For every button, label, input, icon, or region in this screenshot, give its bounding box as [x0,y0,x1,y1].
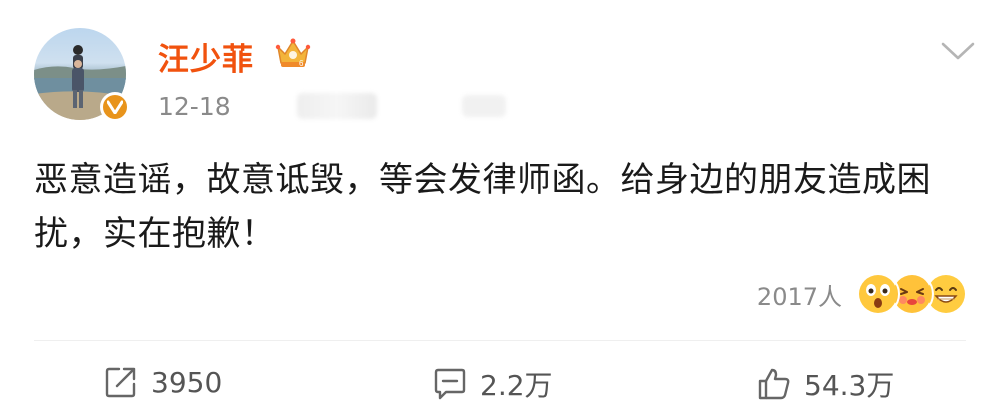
author-name[interactable]: 汪少菲 [158,34,254,79]
like-button[interactable]: 54.3万 [756,364,894,404]
weibo-post-card: 汪少菲 6 12-18 恶意造谣，故意诋毁，等会发律师函。给身边的朋友造成困扰，… [0,0,1000,417]
chevron-down-icon[interactable] [940,40,976,62]
avatar[interactable] [34,28,130,122]
blurred-source-info [297,93,377,119]
divider [34,340,966,341]
repost-button[interactable]: 3950 [103,364,222,400]
thumbs-up-icon [758,368,790,400]
reaction-count: 2017人 [756,282,842,311]
reaction-emoji-stack [856,272,968,316]
like-count: 54.3万 [804,369,895,402]
verified-badge-icon [100,92,130,122]
blurred-source-info [462,95,506,117]
reaction-summary[interactable]: 2017人 [757,272,968,316]
repost-count: 3950 [151,365,223,399]
comment-icon [434,368,466,400]
share-icon [105,367,136,398]
post-text: 恶意造谣，故意诋毁，等会发律师函。给身边的朋友造成困扰，实在抱歉！ [34,160,931,254]
post-date: 12-18 [158,92,231,121]
surprised-emoji-icon [856,272,900,316]
svg-text:6: 6 [299,59,304,68]
vip-crown-icon[interactable]: 6 [275,36,311,70]
comment-button[interactable]: 2.2万 [432,364,553,404]
comment-count: 2.2万 [480,369,553,402]
